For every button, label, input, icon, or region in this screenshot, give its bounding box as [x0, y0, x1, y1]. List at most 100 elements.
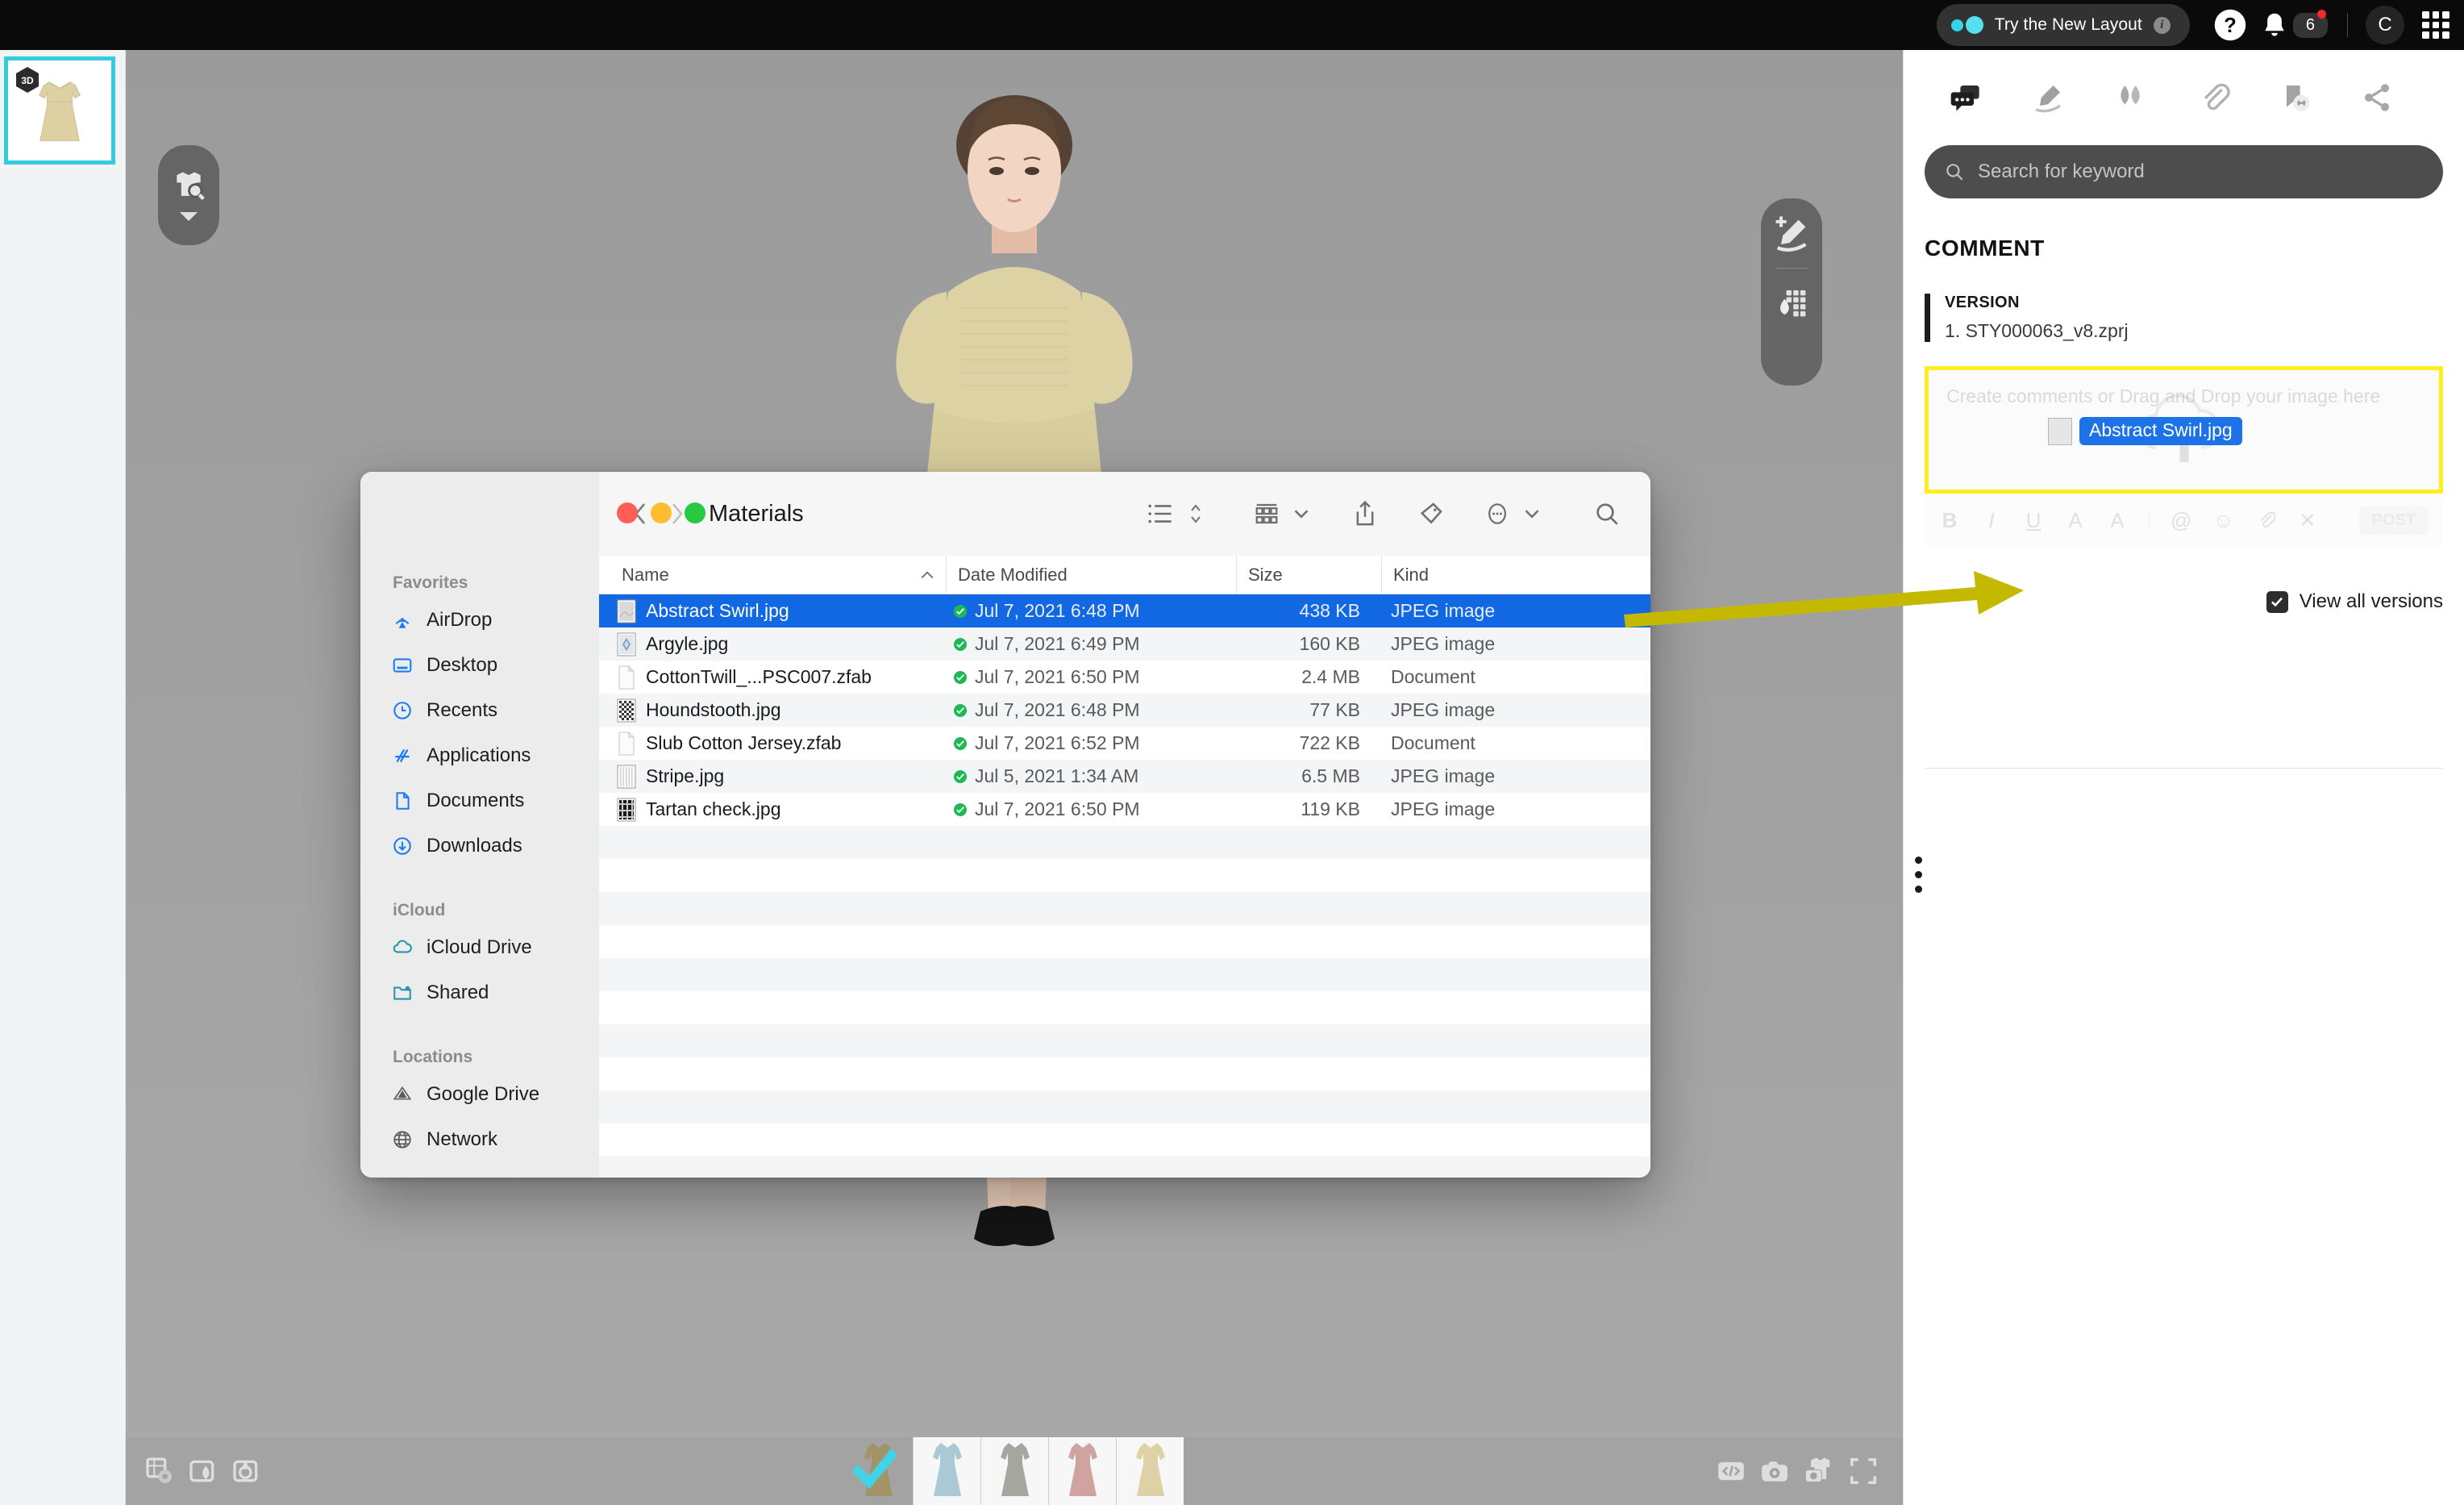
colorway-thumb[interactable]	[1048, 1437, 1116, 1505]
fullscreen-icon[interactable]	[1848, 1456, 1879, 1486]
colorway-thumb[interactable]	[913, 1437, 980, 1505]
sidebar-item-applications[interactable]: Applications	[360, 733, 599, 778]
sidebar-item-google-drive[interactable]: Google Drive	[360, 1072, 599, 1117]
file-list[interactable]: Abstract Swirl.jpg Jul 7, 2021 6:48 PM 4…	[599, 594, 1650, 1178]
dragged-file-chip[interactable]: Abstract Swirl.jpg	[2048, 417, 2242, 445]
finder-sidebar: Favorites AirDrop Desktop Recents Applic…	[360, 472, 599, 1178]
attach-icon[interactable]	[2255, 511, 2276, 530]
version-file-name[interactable]: 1. STY000063_v8.zprj	[1945, 320, 2129, 342]
tab-attachment[interactable]	[2171, 73, 2254, 123]
colorway-strip[interactable]	[845, 1437, 1184, 1505]
sidebar-item-icloud-drive[interactable]: iCloud Drive	[360, 925, 599, 970]
more-actions-chevron-icon[interactable]	[1520, 494, 1544, 534]
colorway-thumb[interactable]	[845, 1437, 913, 1505]
panel-resize-handle[interactable]	[1915, 857, 1922, 893]
view-all-versions-checkbox[interactable]	[2266, 590, 2288, 613]
render-drop-icon[interactable]	[231, 1455, 263, 1487]
file-size: 119 KB	[1301, 798, 1360, 819]
try-new-layout-button[interactable]: Try the New Layout i	[1936, 4, 2190, 46]
italic-button[interactable]: I	[1981, 508, 2002, 533]
file-name: Argyle.jpg	[646, 633, 729, 654]
add-marker-pen-icon[interactable]	[1771, 213, 1813, 255]
table-row[interactable]: Argyle.jpg Jul 7, 2021 6:49 PM 160 KB JP…	[599, 627, 1650, 661]
style-thumbnail-card[interactable]: 3D	[4, 56, 115, 165]
sync-status-icon	[946, 636, 975, 652]
more-actions-icon[interactable]	[1475, 494, 1520, 534]
panel-divider	[1925, 768, 2443, 769]
bell-icon[interactable]	[2259, 8, 2326, 42]
fabric-drop-icon[interactable]	[1771, 281, 1813, 323]
table-row[interactable]: Tartan check.jpg Jul 7, 2021 6:50 PM 119…	[599, 793, 1650, 826]
code-icon[interactable]	[1716, 1456, 1746, 1486]
finder-window[interactable]: Favorites AirDrop Desktop Recents Applic…	[360, 472, 1650, 1178]
sidebar-item-downloads[interactable]: Downloads	[360, 823, 599, 869]
view-all-versions-row[interactable]: View all versions	[1925, 590, 2443, 613]
tab-fabric[interactable]	[2089, 73, 2171, 123]
finder-path-title: Materials	[709, 500, 804, 527]
icloud-drive-icon	[391, 936, 414, 959]
sidebar-item-recents[interactable]: Recents	[360, 688, 599, 733]
tab-markup[interactable]	[2007, 73, 2089, 123]
underline-button[interactable]: U	[2023, 508, 2044, 533]
colorway-thumb[interactable]	[1116, 1437, 1184, 1505]
colorway-thumb[interactable]	[980, 1437, 1048, 1505]
zoom-button[interactable]	[685, 502, 705, 523]
sidebar-item-label: Network	[427, 1128, 498, 1150]
tab-share[interactable]	[2336, 73, 2418, 123]
garment-search-icon[interactable]	[171, 168, 206, 203]
text-color-button[interactable]: A	[2065, 508, 2086, 533]
avatar[interactable]: C	[2366, 6, 2404, 44]
sidebar-item-documents[interactable]: Documents	[360, 778, 599, 823]
column-header-name[interactable]: Name	[599, 556, 946, 594]
group-by-chevron-icon[interactable]	[1289, 494, 1313, 534]
camera-icon[interactable]	[1759, 1456, 1790, 1486]
notifications-group[interactable]: 6	[2259, 8, 2328, 42]
tab-comment[interactable]	[1925, 73, 2007, 123]
tab-bookmark-link[interactable]	[2254, 73, 2336, 123]
file-date: Jul 7, 2021 6:50 PM	[975, 798, 1140, 819]
table-row[interactable]: Houndstooth.jpg Jul 7, 2021 6:48 PM 77 K…	[599, 694, 1650, 727]
sidebar-item-shared[interactable]: Shared	[360, 970, 599, 1015]
highlight-color-button[interactable]: A	[2107, 508, 2128, 533]
post-button[interactable]: POST	[2358, 506, 2429, 535]
minimize-button[interactable]	[651, 502, 672, 523]
sort-chevrons-icon[interactable]	[1183, 494, 1209, 534]
desktop-icon	[391, 654, 414, 677]
comment-drop-area[interactable]: Create comments or Drag and Drop your im…	[1925, 366, 2443, 494]
bold-button[interactable]: B	[1939, 508, 1960, 533]
fabric-preview-icon[interactable]	[187, 1455, 219, 1487]
list-view-icon[interactable]	[1138, 494, 1183, 534]
sidebar-item-network[interactable]: Network	[360, 1117, 599, 1162]
window-traffic-lights[interactable]	[617, 502, 705, 523]
table-row[interactable]: Stripe.jpg Jul 5, 2021 1:34 AM 6.5 MB JP…	[599, 760, 1650, 793]
sidebar-item-desktop[interactable]: Desktop	[360, 643, 599, 688]
close-icon[interactable]: ✕	[2297, 508, 2318, 533]
tag-icon[interactable]	[1409, 494, 1454, 534]
garment-snapshot-icon[interactable]	[1803, 1455, 1835, 1487]
share-icon[interactable]	[1342, 494, 1388, 534]
airdrop-icon	[391, 609, 414, 632]
grid-settings-icon[interactable]	[144, 1455, 176, 1487]
column-header-date[interactable]: Date Modified	[946, 556, 1236, 594]
mention-icon[interactable]: @	[2171, 508, 2191, 533]
table-row[interactable]: Slub Cotton Jersey.zfab Jul 7, 2021 6:52…	[599, 727, 1650, 760]
emoji-icon[interactable]: ☺	[2212, 508, 2234, 533]
image-file-icon	[617, 698, 636, 722]
help-icon[interactable]: ?	[2212, 7, 2248, 43]
close-button[interactable]	[617, 502, 638, 523]
search-bar[interactable]	[1925, 145, 2443, 198]
group-by-icon[interactable]	[1244, 494, 1289, 534]
sidebar-item-airdrop[interactable]: AirDrop	[360, 598, 599, 643]
column-header-size[interactable]: Size	[1236, 556, 1381, 594]
table-row[interactable]: Abstract Swirl.jpg Jul 7, 2021 6:48 PM 4…	[599, 594, 1650, 627]
chevron-down-icon[interactable]	[178, 210, 199, 223]
recents-clock-icon	[391, 699, 414, 722]
search-icon[interactable]	[1584, 494, 1629, 534]
file-name: Tartan check.jpg	[646, 798, 781, 819]
try-new-layout-label: Try the New Layout	[1994, 15, 2142, 34]
table-row[interactable]: CottonTwill_...PSC007.zfab Jul 7, 2021 6…	[599, 661, 1650, 694]
search-input[interactable]	[1978, 161, 2424, 183]
column-header-kind[interactable]: Kind	[1381, 556, 1650, 594]
apps-grid-icon[interactable]	[2422, 11, 2449, 39]
info-icon[interactable]: i	[2153, 16, 2171, 34]
